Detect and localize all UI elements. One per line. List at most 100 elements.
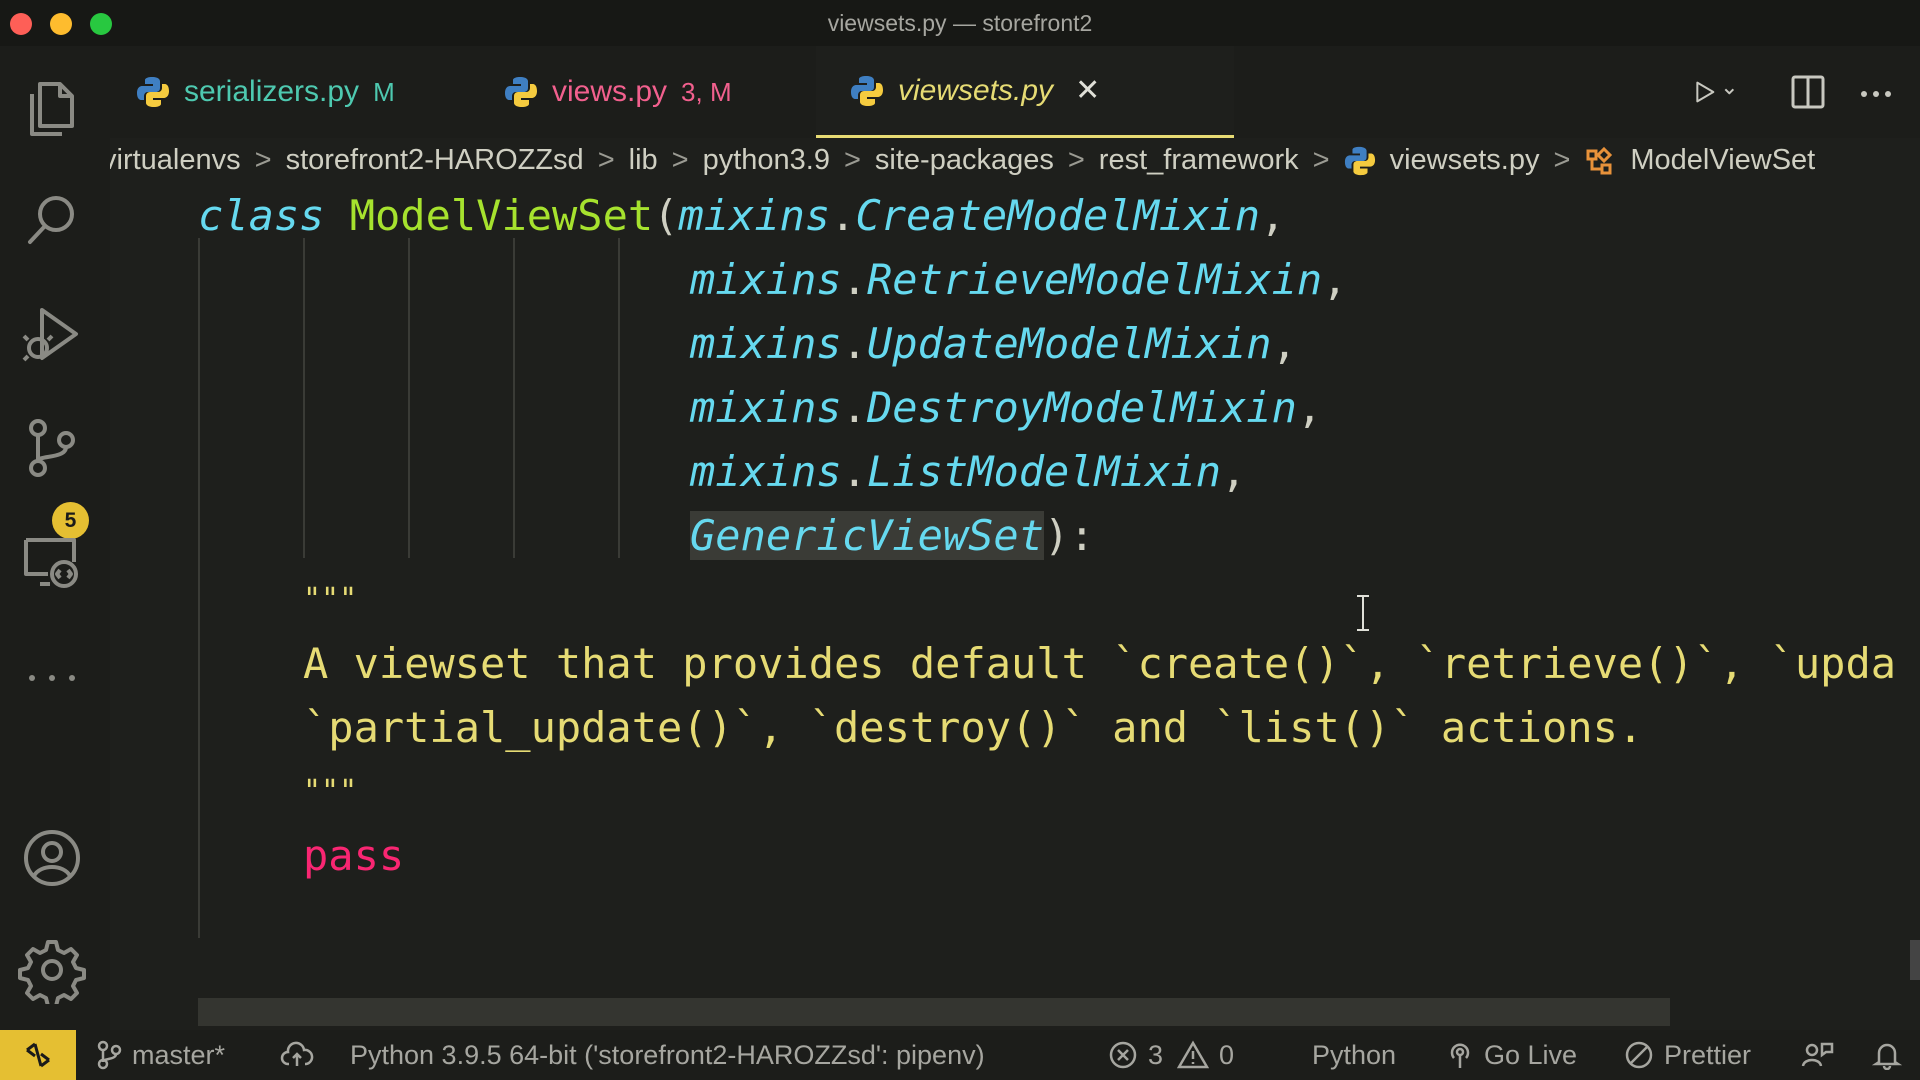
more-actions-icon[interactable] bbox=[1852, 68, 1900, 116]
settings-gear-icon[interactable] bbox=[18, 936, 86, 1008]
notifications-button[interactable] bbox=[1872, 1030, 1912, 1080]
base-class-highlighted[interactable]: GenericViewSet bbox=[690, 511, 1045, 560]
more-icon[interactable] bbox=[18, 644, 86, 712]
breadcrumb-item[interactable]: virtualenvs bbox=[110, 144, 241, 177]
remote-indicator[interactable] bbox=[0, 1030, 76, 1080]
prettier-disabled-icon bbox=[1625, 1041, 1653, 1069]
class-symbol-icon bbox=[1586, 146, 1613, 174]
editor-actions bbox=[1692, 46, 1920, 138]
branch-name: master* bbox=[132, 1039, 226, 1070]
tab-viewsets[interactable]: viewsets.py ✕ bbox=[816, 46, 1234, 138]
code-line: class ModelViewSet(mixins.CreateModelMix… bbox=[198, 190, 1285, 248]
problems-indicator[interactable]: 3 0 bbox=[1108, 1030, 1234, 1080]
git-branch-icon bbox=[97, 1040, 122, 1070]
feedback-button[interactable] bbox=[1800, 1030, 1844, 1080]
tab-serializers[interactable]: serializers.py M bbox=[136, 46, 395, 138]
title-bar: viewsets.py — storefront2 bbox=[0, 0, 1920, 46]
code-line: `partial_update()`, `destroy()` and `lis… bbox=[303, 696, 1643, 760]
tab-label: serializers.py bbox=[184, 75, 360, 108]
docstring-open: """ bbox=[303, 582, 358, 617]
source-control-icon[interactable] bbox=[18, 414, 86, 482]
code-line: pass bbox=[303, 824, 404, 888]
comma: , bbox=[1221, 447, 1247, 496]
breadcrumb-separator: > bbox=[1553, 144, 1571, 176]
comma: , bbox=[1296, 383, 1323, 432]
dot: . bbox=[841, 319, 868, 368]
window-title: viewsets.py — storefront2 bbox=[827, 10, 1093, 36]
python-file-icon bbox=[505, 77, 537, 107]
remote-explorer-icon[interactable] bbox=[18, 528, 86, 596]
accounts-icon[interactable] bbox=[18, 824, 86, 892]
docstring-line: A viewset that provides default `create(… bbox=[303, 639, 1897, 688]
text-cursor-icon bbox=[1357, 595, 1369, 631]
dot: . bbox=[841, 383, 868, 432]
code-editor[interactable]: class ModelViewSet(mixins.CreateModelMix… bbox=[110, 190, 1920, 1030]
error-count: 3 bbox=[1148, 1039, 1164, 1070]
breadcrumb-item[interactable]: viewsets.py bbox=[1390, 144, 1540, 177]
breadcrumb-separator: > bbox=[671, 144, 689, 176]
python-interpreter[interactable]: Python 3.9.5 64-bit ('storefront2-HAROZZ… bbox=[350, 1030, 985, 1080]
activity-bar: 5 bbox=[0, 46, 110, 1030]
branch-indicator[interactable]: master* bbox=[96, 1030, 225, 1080]
base-module: mixins bbox=[690, 447, 842, 496]
comma: , bbox=[1260, 191, 1286, 240]
breadcrumb-item[interactable]: storefront2-HAROZZsd bbox=[286, 144, 584, 177]
base-class: DestroyModelMixin bbox=[867, 383, 1297, 432]
code-line: GenericViewSet): bbox=[690, 504, 1095, 568]
run-python-file-icon[interactable] bbox=[1692, 68, 1764, 116]
breadcrumb-separator: > bbox=[254, 144, 272, 176]
cloud-sync-icon bbox=[280, 1041, 314, 1066]
python-file-icon bbox=[137, 77, 169, 107]
tab-problems-status: 3, M bbox=[681, 76, 732, 107]
code-line: mixins.RetrieveModelMixin, bbox=[690, 248, 1347, 312]
sync-indicator[interactable] bbox=[280, 1030, 324, 1080]
docstring-line: `partial_update()`, `destroy()` and `lis… bbox=[303, 703, 1644, 752]
code-line: mixins.UpdateModelMixin, bbox=[690, 312, 1297, 376]
breadcrumb-item[interactable]: rest_framework bbox=[1099, 144, 1299, 177]
base-class: ListModelMixin bbox=[867, 447, 1222, 496]
status-bar: master* Python 3.9.5 64-bit ('storefront… bbox=[0, 1030, 1920, 1080]
breadcrumb-item[interactable]: ModelViewSet bbox=[1630, 144, 1815, 177]
breadcrumb-item[interactable]: site-packages bbox=[875, 144, 1054, 177]
docstring-close: """ bbox=[303, 774, 358, 809]
tab-label: views.py bbox=[552, 75, 668, 108]
code-line: mixins.ListModelMixin, bbox=[690, 440, 1246, 504]
breadcrumb-separator: > bbox=[843, 144, 861, 176]
split-editor-icon[interactable] bbox=[1784, 68, 1832, 116]
go-live-label: Go Live bbox=[1484, 1039, 1578, 1070]
class-keyword: class bbox=[198, 191, 325, 240]
python-file-icon bbox=[851, 75, 883, 106]
breadcrumb-item[interactable]: python3.9 bbox=[703, 144, 830, 177]
base-class: RetrieveModelMixin bbox=[867, 255, 1323, 304]
close-tab-icon[interactable]: ✕ bbox=[1075, 73, 1100, 108]
language-mode[interactable]: Python bbox=[1312, 1030, 1396, 1080]
base-module: mixins bbox=[678, 191, 831, 240]
explorer-icon[interactable] bbox=[18, 74, 86, 142]
comma: , bbox=[1271, 319, 1297, 368]
prettier-indicator[interactable]: Prettier bbox=[1624, 1030, 1751, 1080]
bell-icon bbox=[1872, 1043, 1902, 1070]
tab-views[interactable]: views.py 3, M bbox=[504, 46, 732, 138]
broadcast-icon bbox=[1450, 1043, 1470, 1068]
search-icon[interactable] bbox=[18, 186, 86, 254]
error-icon bbox=[1109, 1041, 1137, 1069]
dot: . bbox=[830, 191, 856, 240]
pass-keyword: pass bbox=[303, 831, 405, 880]
tab-label: viewsets.py bbox=[898, 73, 1054, 107]
feedback-icon bbox=[1801, 1042, 1834, 1067]
interpreter-label: Python 3.9.5 64-bit ('storefront2-HAROZZ… bbox=[350, 1039, 985, 1070]
breadcrumb-separator: > bbox=[597, 144, 615, 176]
dot: . bbox=[841, 255, 868, 304]
breadcrumb-item[interactable]: lib bbox=[629, 144, 658, 177]
horizontal-scrollbar[interactable] bbox=[198, 998, 1670, 1026]
base-module: mixins bbox=[690, 319, 842, 368]
tab-modified-status: M bbox=[373, 76, 395, 107]
go-live-button[interactable]: Go Live bbox=[1446, 1030, 1577, 1080]
base-class: UpdateModelMixin bbox=[867, 319, 1272, 368]
run-and-debug-icon[interactable] bbox=[18, 300, 86, 368]
comma: , bbox=[1322, 255, 1348, 304]
class-name: ModelViewSet bbox=[349, 191, 654, 240]
code-content: class ModelViewSet(mixins.CreateModelMix… bbox=[110, 190, 1920, 1030]
breadcrumb-separator: > bbox=[1067, 144, 1085, 176]
code-line: """ bbox=[303, 760, 357, 824]
